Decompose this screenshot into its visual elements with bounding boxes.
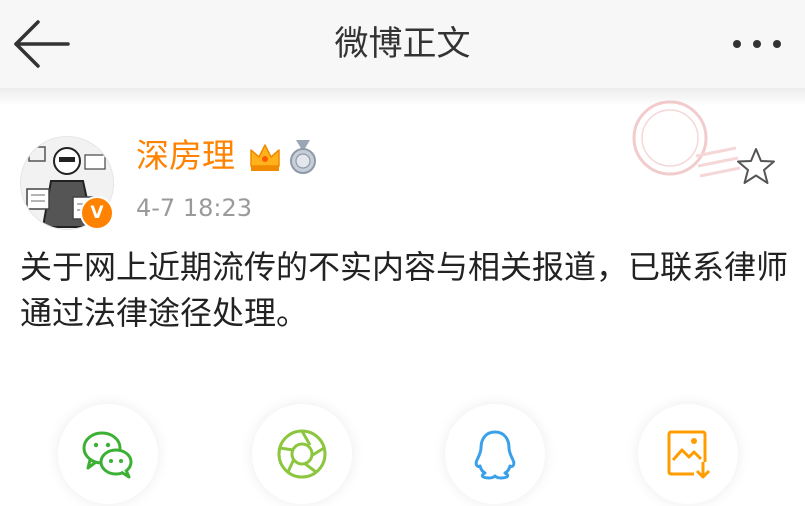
favorite-button[interactable]: [736, 146, 776, 186]
crown-icon[interactable]: [248, 140, 282, 174]
moments-icon: [277, 429, 327, 479]
qq-icon: [474, 430, 516, 480]
medal-icon[interactable]: [288, 140, 318, 174]
stamp-watermark-icon: [632, 100, 741, 178]
weibo-post-page: 微博正文 V 深房理 4-7 18:23 关于网上近期流传的不实内容与相关报道，…: [0, 0, 805, 506]
more-options-button[interactable]: [727, 26, 787, 62]
save-image-button[interactable]: [638, 404, 738, 504]
share-bar: [0, 386, 805, 506]
arrow-left-icon: [14, 20, 70, 68]
post-content: 关于网上近期流传的不实内容与相关报道，已联系律师通过法律途径处理。: [20, 248, 789, 332]
wechat-icon: [82, 431, 133, 479]
share-moments-button[interactable]: [252, 404, 352, 504]
share-wechat-button[interactable]: [58, 404, 158, 504]
verified-badge: V: [80, 196, 114, 230]
top-navbar: 微博正文: [0, 0, 805, 88]
share-qq-button[interactable]: [445, 404, 545, 504]
save-image-icon: [667, 430, 712, 480]
post-timestamp: 4-7 18:23: [136, 194, 252, 222]
author-name[interactable]: 深房理: [136, 134, 235, 178]
star-outline-icon: [737, 148, 775, 184]
back-button[interactable]: [10, 16, 74, 72]
more-dots-icon: [733, 40, 781, 48]
page-title: 微博正文: [334, 24, 471, 64]
